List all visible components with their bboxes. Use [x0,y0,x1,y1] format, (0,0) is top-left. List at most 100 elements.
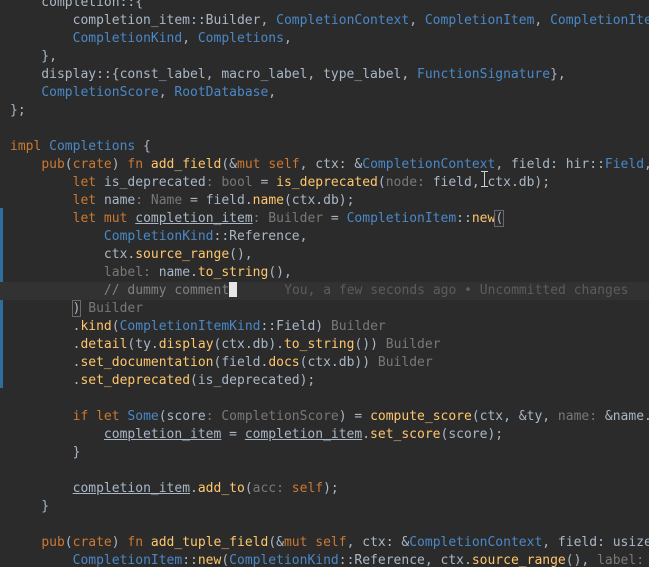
code-token: (ctx.db)) [299,355,378,370]
code-token: :: [182,553,198,567]
code-token: (), [268,265,292,280]
code-token: source_range [471,553,566,567]
code-token: , [205,67,222,82]
code-line[interactable]: completion::{ [10,0,143,12]
code-token: CompletionItem [346,211,457,226]
code-line[interactable]: pub(crate) fn add_tuple_field(&mut self,… [10,534,649,552]
code-token: (), [565,553,598,567]
code-token: pub [41,157,65,172]
code-token: , field: hir:: [495,157,605,172]
code-token: :: [260,319,277,334]
code-token: (& [221,157,238,172]
inlay-type-hint: : Name [135,193,183,208]
code-editor[interactable]: completion::{ completion_item::Builder, … [0,0,649,567]
code-token: completion::{ [10,0,144,10]
code-line[interactable]: ctx.source_range(), [10,246,253,264]
code-line[interactable]: label: name.to_string(), [10,264,292,282]
code-token: name [103,193,136,208]
code-token: completion_item [103,427,222,442]
code-token: :: [213,229,230,244]
inlay-type-hint: acc: [252,481,292,496]
code-token: :: [190,13,206,28]
code-line[interactable]: let mut completion_item: Builder = Compl… [10,210,505,228]
code-line[interactable]: }; [10,102,26,120]
code-line[interactable]: // dummy comment You, a few seconds ago … [0,282,649,300]
code-line[interactable]: .kind(CompletionItemKind::Field) Builder [10,318,386,336]
code-line[interactable]: let is_deprecated: bool = is_deprecated(… [10,174,550,192]
code-token: CompletionContext [409,535,543,550]
code-line[interactable]: display::{const_label, macro_label, type… [10,66,565,84]
code-token: ); [323,481,339,496]
code-token: CompletionItemKind [119,319,261,334]
code-token: } [10,445,81,460]
code-token: (score [158,409,206,424]
code-line[interactable]: pub(crate) fn add_field(&mut self, ctx: … [10,156,649,174]
code-token: set_deprecated [80,373,191,388]
code-token: Field [604,157,645,172]
code-token: CompletionKind [72,31,183,46]
code-token: add_tuple_field [150,535,269,550]
code-token: add_to [197,481,245,496]
code-token: self [291,481,324,496]
code-line[interactable]: .set_documentation(field.docs(ctx.db)) B… [10,354,433,372]
code-token: const_label [119,67,206,82]
code-token: kind [80,319,112,334]
code-token: let mut [72,211,136,226]
code-line[interactable]: completion_item::Builder, CompletionCont… [10,12,649,30]
code-line[interactable]: CompletionScore, RootDatabase, [10,84,276,102]
code-line[interactable]: CompletionKind::Reference, [10,228,308,246]
code-token: pub [41,535,65,550]
code-line[interactable]: CompletionItem::new(CompletionKind::Refe… [10,552,649,567]
code-line[interactable]: } [10,444,81,462]
code-line[interactable]: completion_item = completion_item.set_sc… [10,426,503,444]
code-token: if let [72,409,128,424]
code-token: , [307,67,324,82]
code-line[interactable]: completion_item.add_to(acc: self); [10,480,339,498]
code-token: (ty. [127,337,159,352]
code-token: completion_item [72,481,191,496]
code-line[interactable]: if let Some(score: CompletionScore) = co… [10,408,649,426]
code-token: }, [10,49,57,64]
code-token: = [221,427,245,442]
code-token: fn [127,157,151,172]
code-token: ( [221,553,230,567]
code-line[interactable]: .detail(ty.display(ctx.db).to_string()) … [10,336,441,354]
code-token: , [644,157,649,172]
code-token: ) [315,319,331,334]
code-line[interactable]: let name: Name = field.name(ctx.db); [10,192,355,210]
code-token: CompletionItem [72,553,183,567]
code-token: field, ctx.db); [432,175,551,190]
mouse-ibeam-cursor [481,170,488,188]
inlay-type-hint: Builder [385,337,441,352]
code-token: Completions [49,139,136,154]
inlay-type-hint: : bool [205,175,253,190]
inlay-type-hint: label: [103,265,159,280]
code-line[interactable]: } [10,498,49,516]
code-token: ( [64,157,73,172]
code-line[interactable]: ) Builder [10,300,143,318]
code-token: add_field [150,157,222,172]
code-token: } [10,499,50,514]
inlay-type-hint: : Builder [252,211,324,226]
code-token: }; [10,103,26,118]
code-token: completion_item [244,427,363,442]
code-line[interactable]: }, [10,48,57,66]
code-token: name [252,193,284,208]
code-line[interactable]: impl Completions { [10,138,151,156]
code-token: ( [111,319,120,334]
code-line[interactable]: .set_deprecated(is_deprecated); [10,372,316,390]
code-token: , [260,13,277,28]
code-token: = field. [182,193,253,208]
code-token: completion_item [135,211,253,226]
code-line[interactable]: CompletionKind, Completions, [10,30,292,48]
code-token: impl [10,139,50,154]
code-token: &name. [604,409,649,424]
